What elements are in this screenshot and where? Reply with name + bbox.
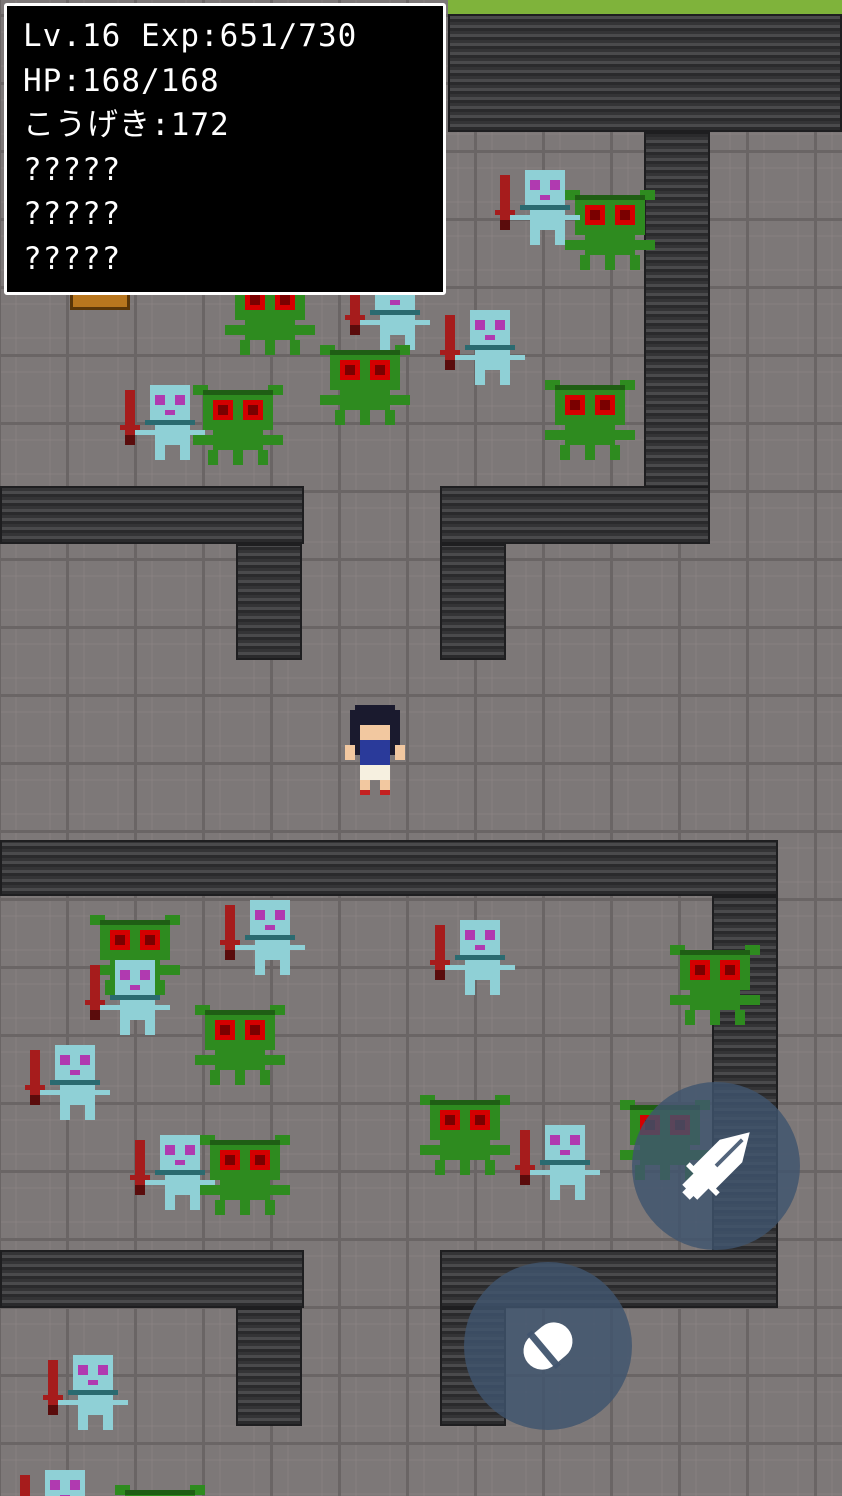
skeleton-enemy bbox=[38, 1345, 138, 1445]
skeleton-enemy bbox=[490, 160, 590, 260]
wall bbox=[0, 1250, 304, 1308]
wall bbox=[448, 14, 842, 132]
exp-text: Exp:651/730 bbox=[141, 18, 358, 54]
goblin-enemy bbox=[415, 1080, 515, 1180]
wall bbox=[440, 486, 710, 544]
goblin-enemy bbox=[110, 1470, 210, 1496]
skeleton-enemy bbox=[435, 300, 535, 400]
goblin-enemy bbox=[540, 365, 640, 465]
level-text: Lv.16 bbox=[23, 18, 122, 54]
hidden-stat-1: ????? bbox=[23, 151, 122, 188]
goblin-enemy bbox=[190, 990, 290, 1090]
level-exp-line: Lv.16 Exp:651/730 bbox=[23, 14, 443, 59]
capsule-icon bbox=[523, 1322, 573, 1370]
hidden-stat-3: ????? bbox=[23, 240, 122, 277]
player-character bbox=[340, 705, 410, 795]
goblin-enemy bbox=[188, 370, 288, 470]
grass-strip bbox=[448, 0, 842, 14]
skeleton-enemy bbox=[510, 1115, 610, 1215]
skeleton-enemy bbox=[10, 1460, 110, 1496]
goblin-enemy bbox=[665, 930, 765, 1030]
sword-icon bbox=[682, 1132, 750, 1200]
attack-text: こうげき:172 bbox=[23, 107, 230, 143]
wall bbox=[236, 1308, 302, 1426]
wall bbox=[236, 544, 302, 660]
skeleton-enemy bbox=[20, 1035, 120, 1135]
wall bbox=[440, 544, 506, 660]
hidden-stat-2: ????? bbox=[23, 196, 122, 232]
goblin-enemy bbox=[195, 1120, 295, 1220]
item-button[interactable] bbox=[464, 1262, 632, 1430]
attack-button[interactable] bbox=[632, 1082, 800, 1250]
skeleton-enemy bbox=[215, 890, 315, 990]
status-window: Lv.16 Exp:651/730 HP:168/168 こうげき:172 ??… bbox=[4, 3, 446, 295]
skeleton-enemy bbox=[425, 910, 525, 1010]
hp-text: HP:168/168 bbox=[23, 62, 220, 99]
wall bbox=[0, 486, 304, 544]
goblin-enemy bbox=[315, 330, 415, 430]
wall bbox=[0, 840, 778, 896]
